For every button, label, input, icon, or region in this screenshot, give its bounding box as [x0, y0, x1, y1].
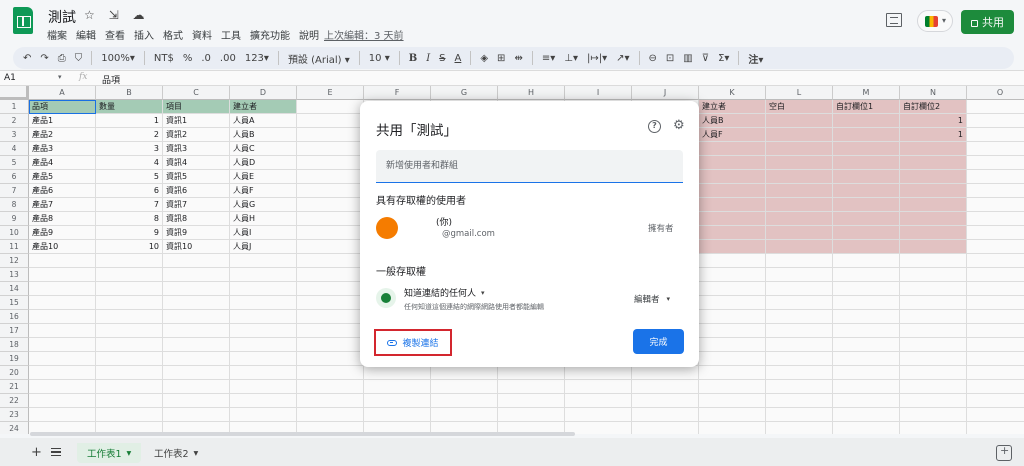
done-button[interactable]: 完成 — [633, 329, 684, 354]
link-role-select[interactable]: 編輯者 ▾ — [634, 293, 670, 305]
people-with-access-heading: 具有存取權的使用者 — [376, 196, 466, 207]
link-access-select[interactable]: 知道連結的任何人 ▾ — [404, 286, 485, 300]
chevron-down-icon: ▾ — [481, 288, 485, 297]
chevron-down-icon: ▾ — [666, 295, 671, 303]
share-dialog: 共用「測試」 ? ⚙ 具有存取權的使用者 (你) @gmail.com 擁有者 … — [360, 101, 699, 367]
link-access-value: 知道連結的任何人 — [404, 289, 477, 299]
gear-icon[interactable]: ⚙ — [673, 119, 685, 133]
copy-link-button[interactable]: 複製連結 — [374, 329, 452, 356]
avatar — [376, 217, 398, 239]
add-people-input[interactable] — [376, 150, 683, 182]
dialog-title: 共用「測試」 — [376, 123, 457, 139]
globe-icon — [376, 288, 396, 308]
link-access-description: 任何知道這個連結的網際網路使用者都能編輯 — [404, 303, 544, 311]
link-icon — [387, 339, 398, 346]
owner-role-label: 擁有者 — [648, 224, 674, 234]
copy-link-label: 複製連結 — [402, 339, 439, 349]
help-icon[interactable]: ? — [648, 120, 661, 133]
general-access-heading: 一般存取權 — [376, 267, 426, 278]
add-people-field[interactable] — [376, 150, 683, 183]
user-name: (你) — [436, 218, 453, 228]
link-role-value: 編輯者 — [634, 295, 660, 305]
user-email: @gmail.com — [442, 229, 495, 239]
